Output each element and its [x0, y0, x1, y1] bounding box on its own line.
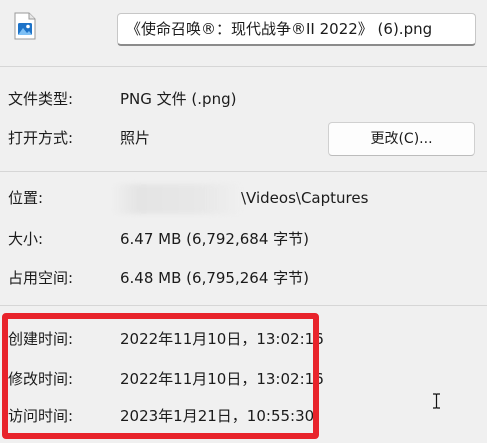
opens-with-value: 照片: [120, 129, 151, 147]
text-cursor-icon: [432, 393, 441, 409]
redacted-path-blur: [112, 184, 242, 214]
size-label: 大小:: [8, 230, 44, 248]
size-on-disk-value: 6.48 MB (6,795,264 字节): [120, 269, 309, 287]
opens-with-label: 打开方式:: [8, 129, 74, 147]
highlight-annotation-box: [2, 313, 319, 439]
size-value: 6.47 MB (6,792,684 字节): [120, 230, 309, 248]
image-file-icon: [14, 12, 36, 40]
change-app-button[interactable]: 更改(C)...: [328, 122, 475, 156]
location-value: \Videos\Captures: [241, 189, 369, 207]
separator: [0, 171, 487, 172]
file-name-field[interactable]: 《使命召唤®：现代战争®II 2022》 (6).png: [117, 13, 476, 46]
separator: [0, 66, 487, 67]
file-type-value: PNG 文件 (.png): [120, 90, 237, 108]
location-label: 位置:: [8, 189, 44, 207]
separator: [0, 305, 487, 306]
size-on-disk-label: 占用空间:: [8, 269, 74, 287]
file-name-text: 《使命召唤®：现代战争®II 2022》 (6).png: [126, 20, 433, 38]
file-type-label: 文件类型:: [8, 90, 74, 108]
